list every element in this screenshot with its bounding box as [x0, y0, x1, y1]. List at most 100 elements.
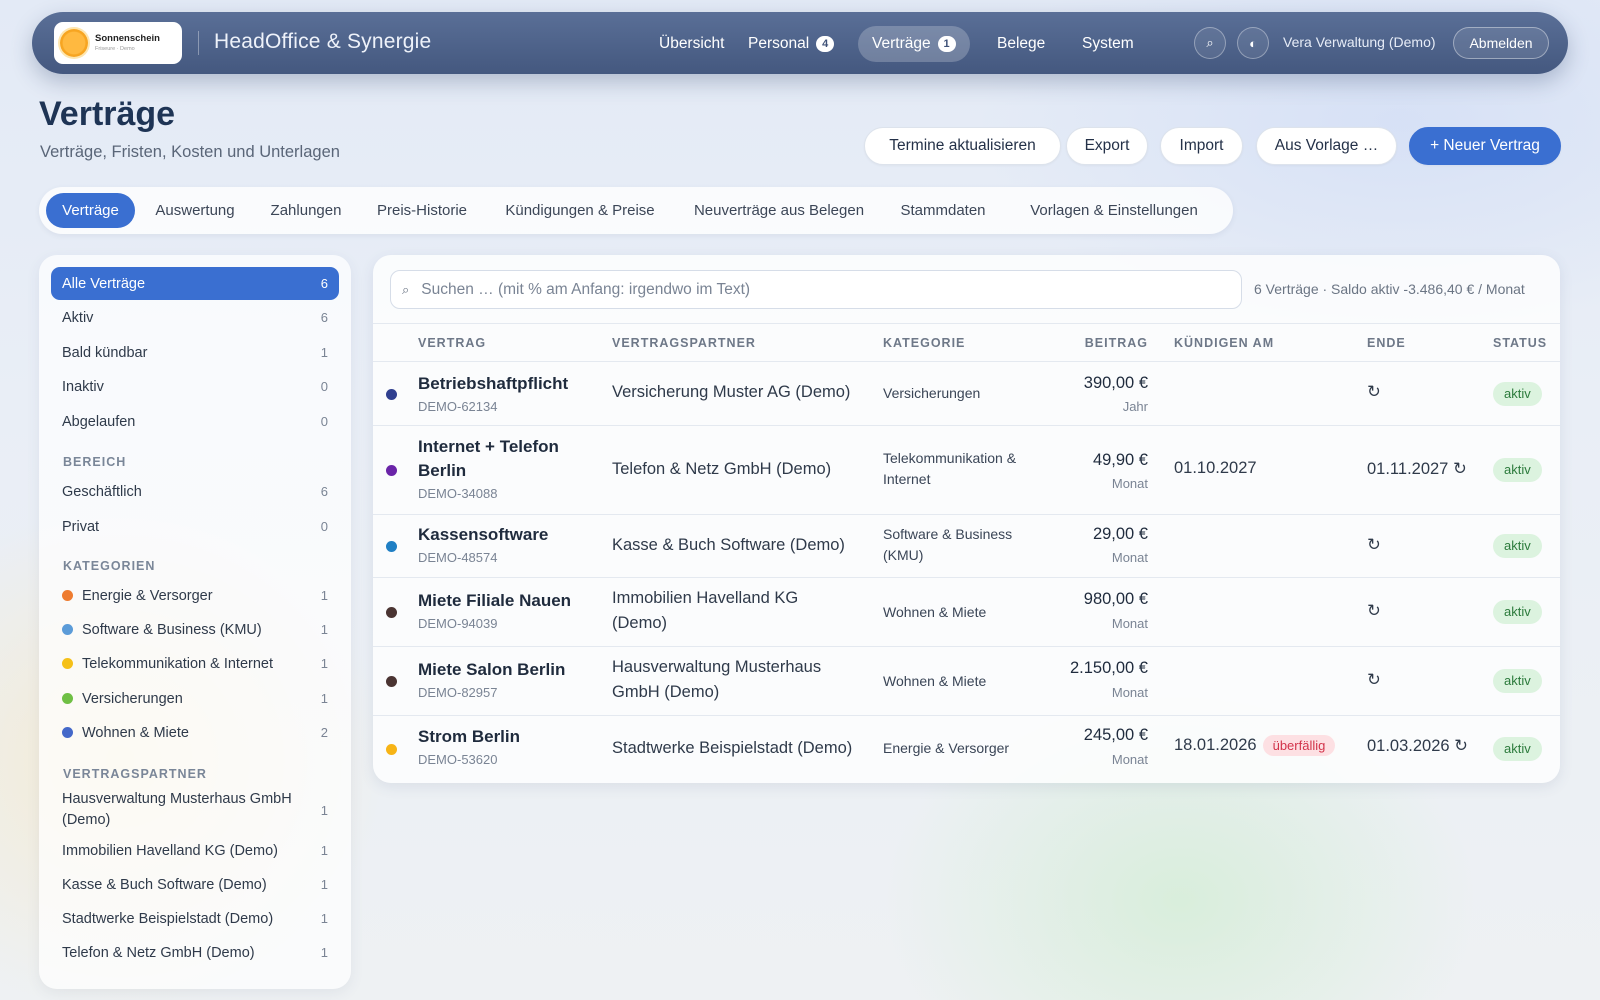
- tab-neuvertraege[interactable]: Neuverträge aus Belegen: [682, 193, 876, 228]
- row-color-dot: [386, 676, 397, 687]
- search-button[interactable]: ⌕: [1194, 27, 1226, 59]
- filter-category-energie[interactable]: Energie & Versorger 1: [51, 579, 339, 612]
- table-row[interactable]: Kassensoftware DEMO-48574 Kasse & Buch S…: [373, 515, 1560, 578]
- app-title: HeadOffice & Synergie: [214, 30, 432, 53]
- table-row[interactable]: Miete Salon Berlin DEMO-82957 Hausverwal…: [373, 647, 1560, 716]
- contract-amount: 245,00 €: [1083, 726, 1148, 744]
- contract-end-renewal: ↻: [1367, 602, 1381, 620]
- filter-partner-kasse[interactable]: Kasse & Buch Software (Demo) 1: [51, 868, 339, 901]
- nav-label: Übersicht: [659, 35, 725, 52]
- tab-zahlungen[interactable]: Zahlungen: [261, 193, 351, 228]
- section-heading-kategorien: KATEGORIEN: [63, 559, 156, 573]
- filter-count: 1: [320, 588, 328, 603]
- filter-label: Hausverwaltung Musterhaus GmbH (Demo): [62, 791, 292, 828]
- filter-active[interactable]: Aktiv 6: [51, 301, 339, 334]
- contract-cancel-date: 01.10.2027: [1174, 459, 1257, 478]
- search-box[interactable]: ⌕: [390, 270, 1242, 309]
- from-template-button[interactable]: Aus Vorlage …: [1256, 127, 1397, 165]
- status-badge: aktiv: [1493, 382, 1542, 406]
- column-header-kuendigen[interactable]: KÜNDIGEN AM: [1174, 336, 1274, 350]
- nav-label: System: [1082, 35, 1134, 52]
- contract-category: Versicherungen: [883, 385, 981, 401]
- filter-label: Abgelaufen: [62, 413, 136, 430]
- nav-vertraege[interactable]: Verträge 1: [858, 26, 970, 62]
- table-row[interactable]: Miete Filiale Nauen DEMO-94039 Immobilie…: [373, 578, 1560, 647]
- contract-id: DEMO-62134: [418, 399, 498, 414]
- import-button[interactable]: Import: [1160, 127, 1243, 165]
- filter-count: 1: [320, 877, 328, 892]
- filter-all[interactable]: Alle Verträge 6: [51, 267, 339, 300]
- table-row[interactable]: Internet + Telefon Berlin DEMO-34088 Tel…: [373, 426, 1560, 515]
- tab-vertraege[interactable]: Verträge: [46, 193, 135, 228]
- filter-partner-immobilien[interactable]: Immobilien Havelland KG (Demo) 1: [51, 834, 339, 867]
- table-row[interactable]: Betriebshaftpflicht DEMO-62134 Versicher…: [373, 362, 1560, 426]
- nav-belege[interactable]: Belege: [983, 26, 1059, 62]
- filter-partner-stadtwerke[interactable]: Stadtwerke Beispielstadt (Demo) 1: [51, 902, 339, 935]
- filter-expired[interactable]: Abgelaufen 0: [51, 405, 339, 438]
- status-badge: aktiv: [1493, 669, 1542, 693]
- filter-label: Wohnen & Miete: [82, 724, 189, 741]
- contract-category: Wohnen & Miete: [883, 673, 987, 689]
- table-row[interactable]: Strom Berlin DEMO-53620 Stadtwerke Beisp…: [373, 716, 1560, 783]
- filter-count: 0: [320, 414, 328, 429]
- column-header-kategorie[interactable]: KATEGORIE: [883, 336, 965, 350]
- export-button[interactable]: Export: [1066, 127, 1148, 165]
- current-user: Vera Verwaltung (Demo): [1283, 34, 1436, 50]
- search-input[interactable]: [421, 280, 1202, 299]
- column-header-partner[interactable]: VERTRAGSPARTNER: [612, 336, 756, 350]
- new-contract-button[interactable]: + Neuer Vertrag: [1409, 127, 1561, 165]
- contracts-summary: 6 Verträge · Saldo aktiv -3.486,40 € / M…: [1254, 281, 1525, 297]
- filter-partner-telefon[interactable]: Telefon & Netz GmbH (Demo) 1: [51, 936, 339, 969]
- tab-stammdaten[interactable]: Stammdaten: [891, 193, 995, 228]
- sun-logo-icon: [60, 29, 88, 57]
- tab-vorlagen[interactable]: Vorlagen & Einstellungen: [1010, 193, 1218, 228]
- filter-category-wohnen[interactable]: Wohnen & Miete 2: [51, 716, 339, 749]
- contract-end-renewal: 01.11.2027 ↻: [1367, 460, 1467, 478]
- search-icon: ⌕: [402, 281, 410, 297]
- category-color-dot: [62, 658, 73, 669]
- contract-name: Betriebshaftpflicht: [418, 374, 569, 393]
- column-header-ende[interactable]: ENDE: [1367, 336, 1406, 350]
- logout-button[interactable]: Abmelden: [1453, 27, 1549, 59]
- filter-category-software[interactable]: Software & Business (KMU) 1: [51, 613, 339, 646]
- filter-label: Software & Business (KMU): [82, 621, 262, 638]
- nav-personal[interactable]: Personal 4: [734, 26, 848, 62]
- filter-label: Telefon & Netz GmbH (Demo): [62, 944, 255, 961]
- contract-cancel-date: 18.01.2026 überfällig: [1174, 735, 1336, 756]
- filter-soon-cancelable[interactable]: Bald kündbar 1: [51, 336, 339, 369]
- row-color-dot: [386, 465, 397, 476]
- contract-name: Internet + Telefon Berlin: [418, 437, 559, 480]
- contract-category: Telekommunikation & Internet: [883, 450, 1017, 487]
- row-color-dot: [386, 744, 397, 755]
- refresh-dates-button[interactable]: Termine aktualisieren: [864, 127, 1061, 165]
- filter-count: 2: [320, 725, 328, 740]
- tab-bar: Verträge Auswertung Zahlungen Preis-Hist…: [39, 187, 1233, 234]
- contract-name: Miete Filiale Nauen: [418, 591, 572, 610]
- contract-amount: 390,00 €: [1083, 374, 1148, 392]
- filter-count: 1: [320, 691, 328, 706]
- brand-logo[interactable]: Sonnenschein Friseure · Demo: [54, 22, 182, 64]
- filter-business[interactable]: Geschäftlich 6: [51, 475, 339, 508]
- column-header-vertrag[interactable]: VERTRAG: [418, 336, 486, 350]
- filter-private[interactable]: Privat 0: [51, 510, 339, 543]
- filter-inactive[interactable]: Inaktiv 0: [51, 370, 339, 403]
- contract-category: Software & Business (KMU): [883, 526, 1013, 563]
- tab-kuendigungen-preise[interactable]: Kündigungen & Preise: [493, 193, 667, 228]
- contract-partner: Versicherung Muster AG (Demo): [612, 383, 851, 401]
- column-header-status[interactable]: STATUS: [1493, 336, 1547, 350]
- contract-amount: 980,00 €: [1083, 590, 1148, 608]
- cancel-date: 18.01.2026: [1174, 736, 1257, 754]
- row-color-dot: [386, 607, 397, 618]
- theme-toggle-button[interactable]: ◐: [1237, 27, 1269, 59]
- tab-auswertung[interactable]: Auswertung: [143, 193, 247, 228]
- filter-label: Inaktiv: [62, 378, 104, 395]
- contract-period: Monat: [1111, 685, 1148, 700]
- tab-preis-historie[interactable]: Preis-Historie: [366, 193, 478, 228]
- filter-category-versicherungen[interactable]: Versicherungen 1: [51, 682, 339, 715]
- filter-partner-hausverwaltung[interactable]: Hausverwaltung Musterhaus GmbH (Demo) 1: [51, 787, 339, 833]
- column-header-beitrag[interactable]: BEITRAG: [1085, 336, 1148, 350]
- filter-category-telekom[interactable]: Telekommunikation & Internet 1: [51, 647, 339, 680]
- nav-system[interactable]: System: [1068, 26, 1148, 62]
- nav-uebersicht[interactable]: Übersicht: [645, 26, 738, 62]
- contract-partner: Telefon & Netz GmbH (Demo): [612, 460, 832, 478]
